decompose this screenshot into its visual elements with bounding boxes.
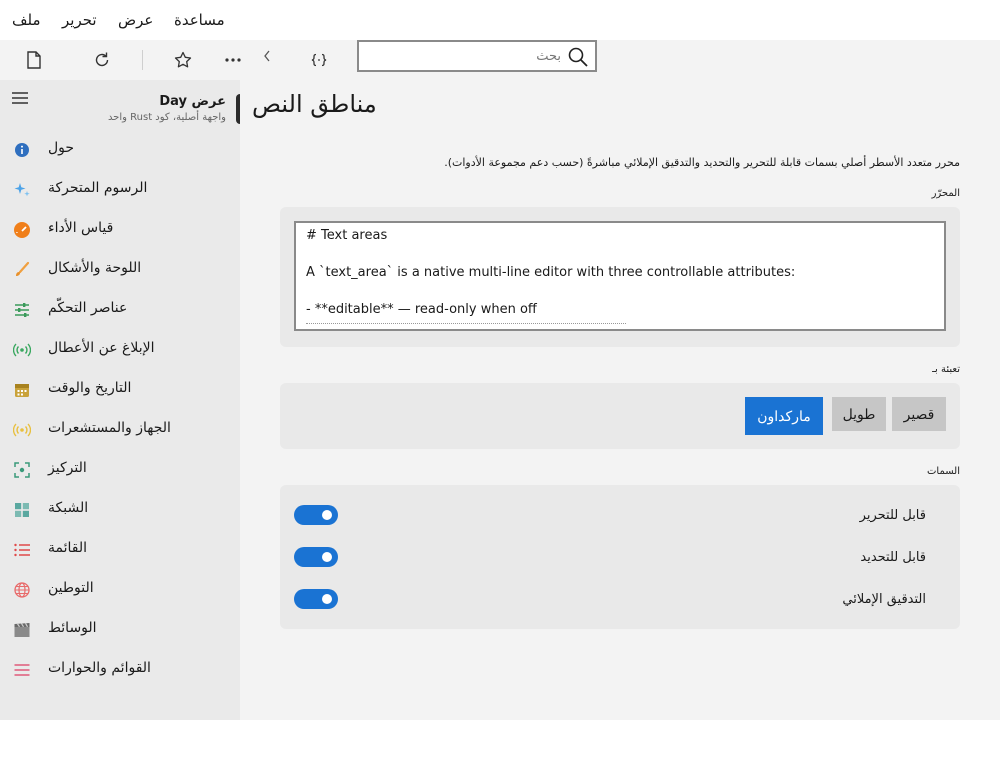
editor-card: # Text areas A `text_area` is a native m… [280, 207, 960, 347]
editable-toggle[interactable] [294, 505, 338, 525]
gauge-icon [13, 221, 31, 239]
menu-edit[interactable]: تحرير [62, 11, 97, 29]
globe-icon [13, 581, 31, 599]
sidebar-item-label: الإبلاغ عن الأعطال [48, 340, 155, 356]
attributes-card: قابل للتحرير قابل للتحديد التدقيق الإملا… [280, 485, 960, 629]
editor-section-label: المحرّر [931, 188, 960, 199]
focus-icon [13, 461, 31, 479]
editable-label: قابل للتحرير [859, 508, 926, 523]
sidebar-item-label: الرسوم المتحركة [48, 180, 148, 196]
app-subtitle: واجهة أصلية، كود Rust واحد [107, 112, 226, 123]
hamburger-menu-icon[interactable] [10, 90, 32, 110]
sidebar-item-label: القائمة [48, 540, 87, 556]
spellcheck-toggle[interactable] [294, 589, 338, 609]
sidebar-item-label: التاريخ والوقت [48, 380, 132, 396]
brush-icon [13, 261, 31, 279]
sidebar-item-label: عناصر التحكّم [48, 300, 128, 316]
sensor-icon [13, 421, 31, 439]
sidebar-item-animations[interactable]: الرسوم المتحركة [0, 170, 240, 210]
sidebar-item-date-time[interactable]: التاريخ والوقت [0, 370, 240, 410]
editor-line: # Text areas [306, 228, 388, 243]
sidebar-item-label: حول [48, 140, 75, 156]
sidebar-item-list[interactable]: القائمة [0, 530, 240, 570]
editor-cutoff-line [306, 323, 626, 327]
more-icon[interactable] [221, 48, 245, 72]
menu-dialog-icon [13, 661, 31, 679]
sidebar-item-controls[interactable]: عناصر التحكّم [0, 290, 240, 330]
fill-short-button[interactable]: قصير [892, 397, 946, 431]
code-braces-icon[interactable] [307, 48, 331, 72]
sidebar-item-label: التوطين [48, 580, 94, 596]
sidebar-item-label: اللوحة والأشكال [48, 260, 142, 276]
sidebar-item-label: القوائم والحوارات [48, 660, 151, 676]
toggle-knob [322, 510, 332, 520]
selectable-label: قابل للتحديد [860, 550, 926, 565]
sparkle-icon [13, 181, 31, 199]
page-title: مناطق النص [252, 90, 377, 118]
sliders-icon [13, 301, 31, 319]
sidebar-item-grid[interactable]: الشبكة [0, 490, 240, 530]
star-icon[interactable] [171, 48, 195, 72]
page-description: محرر متعدد الأسطر أصلي بسمات قابلة للتحر… [444, 156, 960, 169]
toggle-knob [322, 594, 332, 604]
fill-section-label: تعبئة بـ [932, 364, 960, 375]
grid-icon [13, 501, 31, 519]
sidebar-item-localization[interactable]: التوطين [0, 570, 240, 610]
menu-view[interactable]: عرض [118, 11, 153, 29]
search-input[interactable] [365, 45, 561, 67]
fill-markdown-button[interactable]: ماركداون [745, 397, 823, 435]
fill-card: قصير طويل ماركداون [280, 383, 960, 449]
fill-long-button[interactable]: طويل [832, 397, 886, 431]
sidebar-item-canvas-shapes[interactable]: اللوحة والأشكال [0, 250, 240, 290]
sidebar-item-focus[interactable]: التركيز [0, 450, 240, 490]
editor-line: A `text_area` is a native multi-line edi… [306, 265, 796, 280]
app-title: عرض Day [159, 94, 226, 109]
new-document-icon[interactable] [22, 48, 46, 72]
sidebar-item-label: التركيز [48, 460, 87, 476]
list-icon [13, 541, 31, 559]
clapper-icon [13, 621, 31, 639]
selectable-toggle[interactable] [294, 547, 338, 567]
attributes-section-label: السمات [927, 466, 960, 477]
editor-line: - **editable** — read-only when off [306, 302, 537, 317]
refresh-icon[interactable] [90, 48, 114, 72]
text-area-editor[interactable]: # Text areas A `text_area` is a native m… [294, 221, 946, 331]
sidebar: عرض Day واجهة أصلية، كود Rust واحد حول ا… [0, 80, 244, 720]
toggle-knob [322, 552, 332, 562]
broadcast-icon [13, 341, 31, 359]
sidebar-item-menus-dialogs[interactable]: القوائم والحوارات [0, 650, 240, 690]
search-icon[interactable] [567, 46, 589, 68]
sidebar-item-benchmark[interactable]: قياس الأداء [0, 210, 240, 250]
sidebar-item-label: الشبكة [48, 500, 89, 516]
sidebar-item-crash-reporting[interactable]: الإبلاغ عن الأعطال [0, 330, 240, 370]
calendar-icon [13, 381, 31, 399]
main-content: مناطق النص محرر متعدد الأسطر أصلي بسمات … [240, 80, 1000, 720]
menu-bar: ملف تحرير عرض مساعدة [0, 0, 1000, 40]
menu-file[interactable]: ملف [12, 11, 41, 29]
search-box [357, 40, 597, 72]
chevron-left-icon[interactable] [255, 44, 279, 68]
sidebar-item-media[interactable]: الوسائط [0, 610, 240, 650]
toolbar-separator [142, 50, 143, 70]
sidebar-item-label: الوسائط [48, 620, 97, 636]
menu-help[interactable]: مساعدة [174, 11, 225, 29]
sidebar-item-label: قياس الأداء [48, 220, 114, 236]
sidebar-item-about[interactable]: حول [0, 130, 240, 170]
sidebar-item-label: الجهاز والمستشعرات [48, 420, 171, 436]
info-icon [13, 141, 31, 159]
spellcheck-label: التدقيق الإملائي [842, 592, 926, 607]
sidebar-item-device-sensors[interactable]: الجهاز والمستشعرات [0, 410, 240, 450]
